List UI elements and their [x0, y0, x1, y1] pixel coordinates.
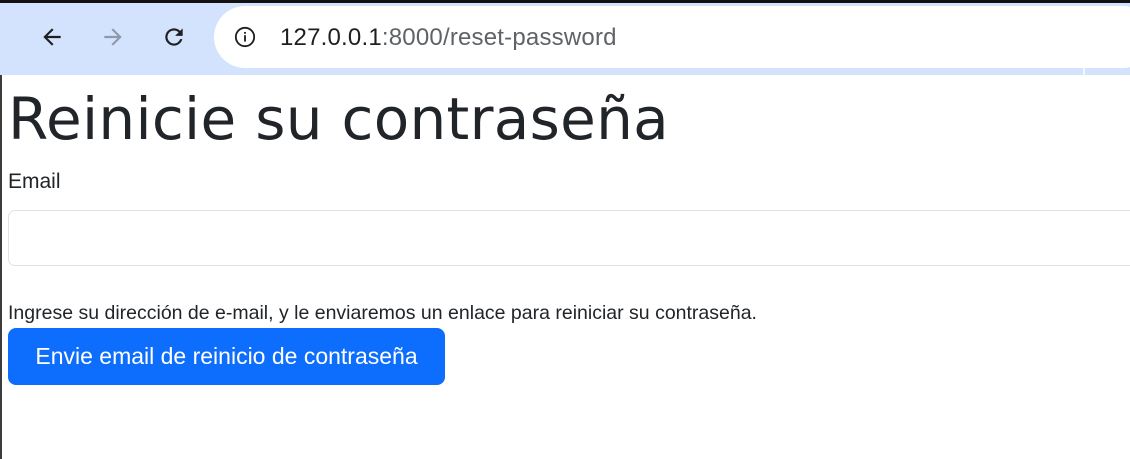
email-field[interactable]	[8, 210, 1130, 266]
help-text: Ingrese su dirección de e-mail, y le env…	[8, 302, 757, 324]
page-title: Reinicie su contraseña	[8, 85, 669, 153]
toolbar-divider	[1083, 6, 1085, 78]
back-button[interactable]	[32, 17, 72, 57]
page-content: Reinicie su contraseña Email Ingrese su …	[0, 75, 1130, 459]
url-path: :8000/reset-password	[381, 24, 617, 51]
forward-arrow-icon	[104, 28, 122, 46]
address-bar[interactable]: 127.0.0.1:8000/reset-password	[214, 6, 1130, 68]
back-arrow-icon	[43, 28, 61, 46]
browser-toolbar: 127.0.0.1:8000/reset-password	[0, 3, 1130, 78]
send-reset-email-button[interactable]: Envie email de reinicio de contraseña	[8, 328, 445, 385]
url-text[interactable]: 127.0.0.1:8000/reset-password	[280, 24, 617, 52]
reload-icon	[165, 28, 183, 46]
forward-button[interactable]	[93, 17, 133, 57]
reload-button[interactable]	[154, 17, 194, 57]
email-label: Email	[8, 170, 61, 193]
url-host: 127.0.0.1	[280, 24, 382, 51]
info-icon[interactable]	[234, 26, 256, 48]
